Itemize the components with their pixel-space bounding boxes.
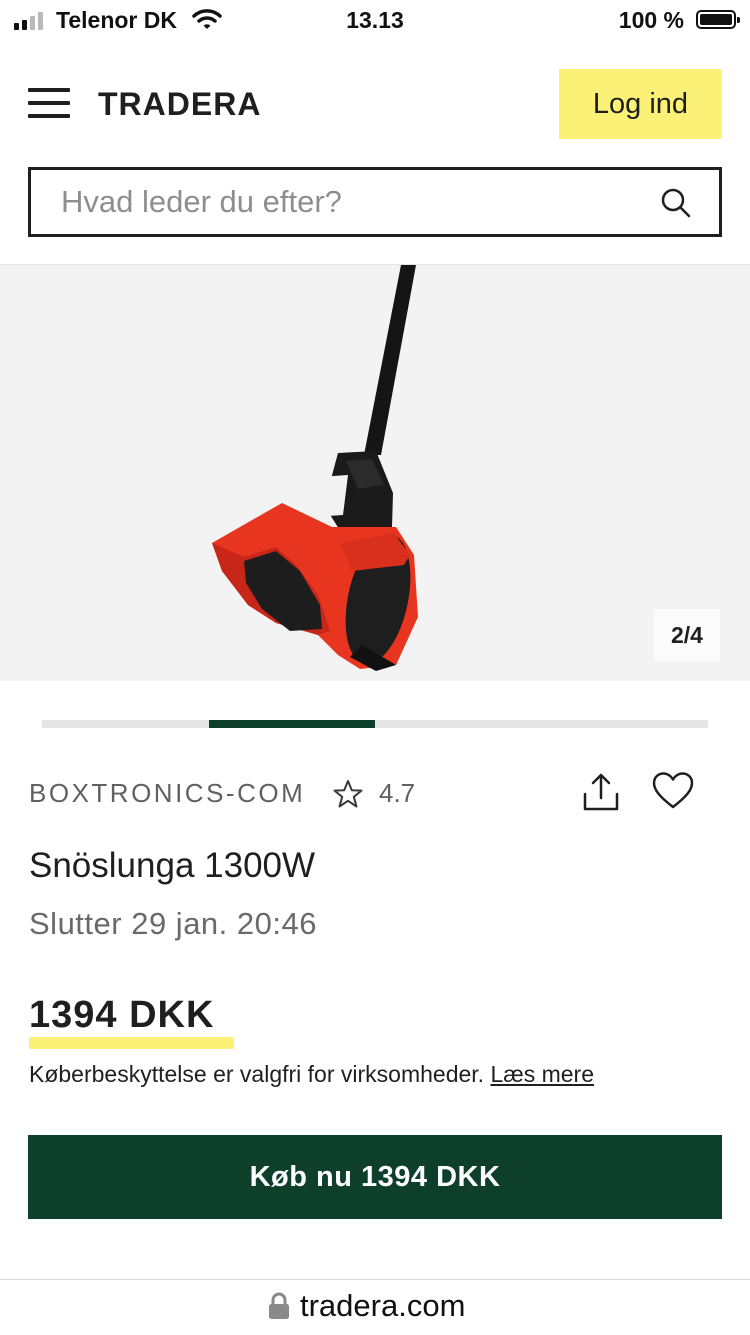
product-image-gallery[interactable]: 2/4 — [0, 265, 750, 681]
read-more-link[interactable]: Læs mere — [490, 1061, 594, 1087]
url-text[interactable]: tradera.com — [300, 1288, 465, 1324]
listing-price: 1394 DKK — [29, 994, 215, 1036]
seller-rating: 4.7 — [379, 778, 416, 808]
listing-end-time: Slutter 29 jan. 20:46 — [29, 906, 317, 941]
site-header: TRADERA Log ind — [0, 42, 750, 265]
share-icon[interactable] — [582, 772, 620, 812]
search-box — [28, 167, 722, 237]
gallery-progress-fill — [208, 720, 375, 728]
search-input[interactable] — [31, 170, 651, 234]
price-highlight — [29, 1037, 234, 1049]
lock-icon — [269, 1292, 289, 1319]
star-icon — [333, 780, 363, 808]
tradera-logo[interactable]: TRADERA — [98, 86, 261, 123]
battery-icon — [696, 10, 740, 29]
buyer-protection-text: Køberbeskyttelse er valgfri for virksomh… — [29, 1061, 485, 1087]
heart-icon[interactable] — [652, 772, 694, 810]
buyer-protection-note: Køberbeskyttelse er valgfri for virksomh… — [29, 1061, 594, 1088]
image-counter: 2/4 — [654, 609, 720, 661]
gallery-progress-bar — [42, 720, 708, 728]
listing-title: Snöslunga 1300W — [29, 846, 316, 885]
buy-now-button[interactable]: Køb nu 1394 DKK — [28, 1135, 722, 1219]
menu-icon[interactable] — [28, 88, 70, 118]
login-button[interactable]: Log ind — [559, 69, 722, 139]
browser-url-bar[interactable]: tradera.com — [0, 1279, 750, 1335]
seller-name[interactable]: BOXTRONICS-COM — [29, 778, 305, 809]
search-icon[interactable] — [661, 188, 691, 218]
product-image[interactable] — [0, 265, 750, 681]
battery-percent: 100 % — [618, 7, 684, 33]
status-bar: Telenor DK 13.13 100 % — [0, 0, 750, 42]
